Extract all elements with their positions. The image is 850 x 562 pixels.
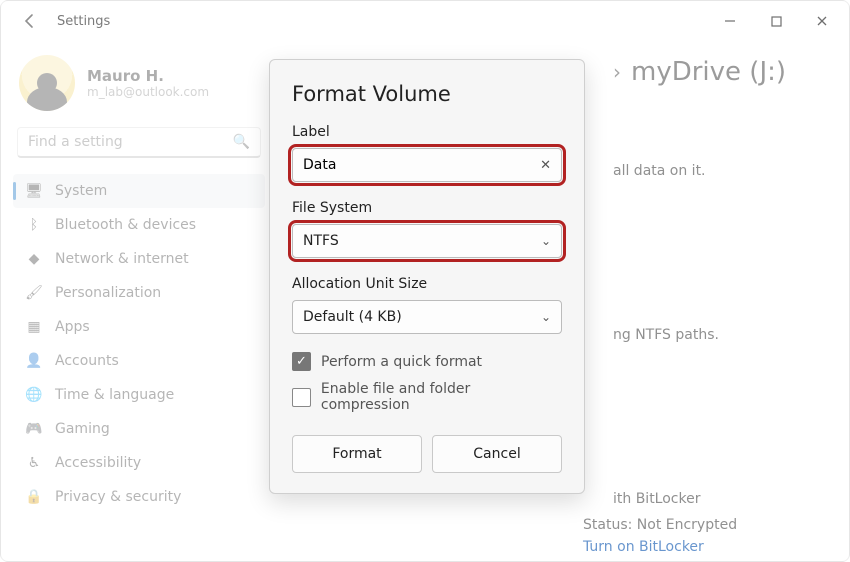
time-language-icon: 🌐 xyxy=(25,387,43,403)
breadcrumb-current[interactable]: myDrive (J:) xyxy=(631,57,786,87)
minimize-button[interactable] xyxy=(707,6,753,36)
bitlocker-status: Status: Not Encrypted xyxy=(583,517,737,533)
sidebar-item-label: Time & language xyxy=(55,387,174,403)
window-controls xyxy=(707,6,845,36)
back-button[interactable] xyxy=(15,6,45,36)
clear-icon[interactable]: ✕ xyxy=(540,158,551,173)
gaming-icon: 🎮 xyxy=(25,421,43,437)
filesystem-field-label: File System xyxy=(292,200,562,216)
title-bar: Settings xyxy=(1,1,849,41)
quick-format-row[interactable]: ✓ Perform a quick format xyxy=(292,352,562,371)
sidebar-item-label: Privacy & security xyxy=(55,489,181,505)
bluetooth-icon: ᛒ xyxy=(25,217,43,233)
quick-format-checkbox[interactable]: ✓ xyxy=(292,352,311,371)
system-icon: 🖥 xyxy=(25,183,43,199)
sidebar-item-system[interactable]: 🖥 System xyxy=(13,174,265,208)
sidebar-item-gaming[interactable]: 🎮 Gaming xyxy=(13,412,265,446)
profile-block[interactable]: Mauro H. m_lab@outlook.com xyxy=(13,47,265,125)
dialog-title: Format Volume xyxy=(292,82,562,106)
compression-label: Enable file and folder compression xyxy=(321,381,562,413)
compression-checkbox[interactable] xyxy=(292,388,311,407)
sidebar-item-bluetooth[interactable]: ᛒ Bluetooth & devices xyxy=(13,208,265,242)
allocation-field-label: Allocation Unit Size xyxy=(292,276,562,292)
filesystem-select[interactable]: NTFS ⌄ xyxy=(292,224,562,258)
profile-name: Mauro H. xyxy=(87,67,209,85)
label-input[interactable]: ✕ xyxy=(292,148,562,182)
allocation-value: Default (4 KB) xyxy=(303,309,541,325)
cancel-button[interactable]: Cancel xyxy=(432,435,562,473)
sidebar-item-accessibility[interactable]: ♿ Accessibility xyxy=(13,446,265,480)
allocation-select[interactable]: Default (4 KB) ⌄ xyxy=(292,300,562,334)
search-icon: 🔍 xyxy=(233,134,250,150)
accounts-icon: 👤 xyxy=(25,353,43,369)
avatar xyxy=(19,55,75,111)
search-input[interactable]: 🔍 xyxy=(17,127,261,158)
profile-email: m_lab@outlook.com xyxy=(87,85,209,99)
sidebar-item-apps[interactable]: ▦ Apps xyxy=(13,310,265,344)
filesystem-value: NTFS xyxy=(303,233,541,249)
accessibility-icon: ♿ xyxy=(25,455,43,471)
format-button[interactable]: Format xyxy=(292,435,422,473)
chevron-down-icon: ⌄ xyxy=(541,234,551,248)
privacy-icon: 🔒 xyxy=(25,489,43,505)
chevron-down-icon: ⌄ xyxy=(541,310,551,324)
quick-format-label: Perform a quick format xyxy=(321,354,482,370)
sidebar-item-label: Gaming xyxy=(55,421,110,437)
label-field-label: Label xyxy=(292,124,562,140)
personalization-icon: 🖌 xyxy=(25,285,43,301)
maximize-button[interactable] xyxy=(753,6,799,36)
app-title: Settings xyxy=(57,14,110,29)
sidebar-item-label: Network & internet xyxy=(55,251,189,267)
sidebar-item-label: Apps xyxy=(55,319,90,335)
sidebar-item-label: Bluetooth & devices xyxy=(55,217,196,233)
sidebar-item-time[interactable]: 🌐 Time & language xyxy=(13,378,265,412)
search-field[interactable] xyxy=(28,134,233,150)
chevron-right-icon: › xyxy=(613,60,621,84)
label-input-field[interactable] xyxy=(303,157,540,173)
sidebar-item-network[interactable]: ◆ Network & internet xyxy=(13,242,265,276)
sidebar-item-privacy[interactable]: 🔒 Privacy & security xyxy=(13,480,265,514)
sidebar-item-label: Personalization xyxy=(55,285,161,301)
apps-icon: ▦ xyxy=(25,319,43,335)
bitlocker-block: Status: Not Encrypted Turn on BitLocker xyxy=(583,511,737,561)
network-icon: ◆ xyxy=(25,251,43,267)
sidebar: Mauro H. m_lab@outlook.com 🔍 🖥 System ᛒ Blu… xyxy=(1,41,273,561)
format-volume-dialog: Format Volume Label ✕ File System NTFS ⌄… xyxy=(269,59,585,494)
sidebar-item-label: Accessibility xyxy=(55,455,141,471)
bitlocker-link[interactable]: Turn on BitLocker xyxy=(583,539,737,555)
sidebar-item-label: Accounts xyxy=(55,353,119,369)
sidebar-item-personalization[interactable]: 🖌 Personalization xyxy=(13,276,265,310)
close-button[interactable] xyxy=(799,6,845,36)
compression-row[interactable]: Enable file and folder compression xyxy=(292,381,562,413)
sidebar-item-label: System xyxy=(55,183,107,199)
sidebar-item-accounts[interactable]: 👤 Accounts xyxy=(13,344,265,378)
